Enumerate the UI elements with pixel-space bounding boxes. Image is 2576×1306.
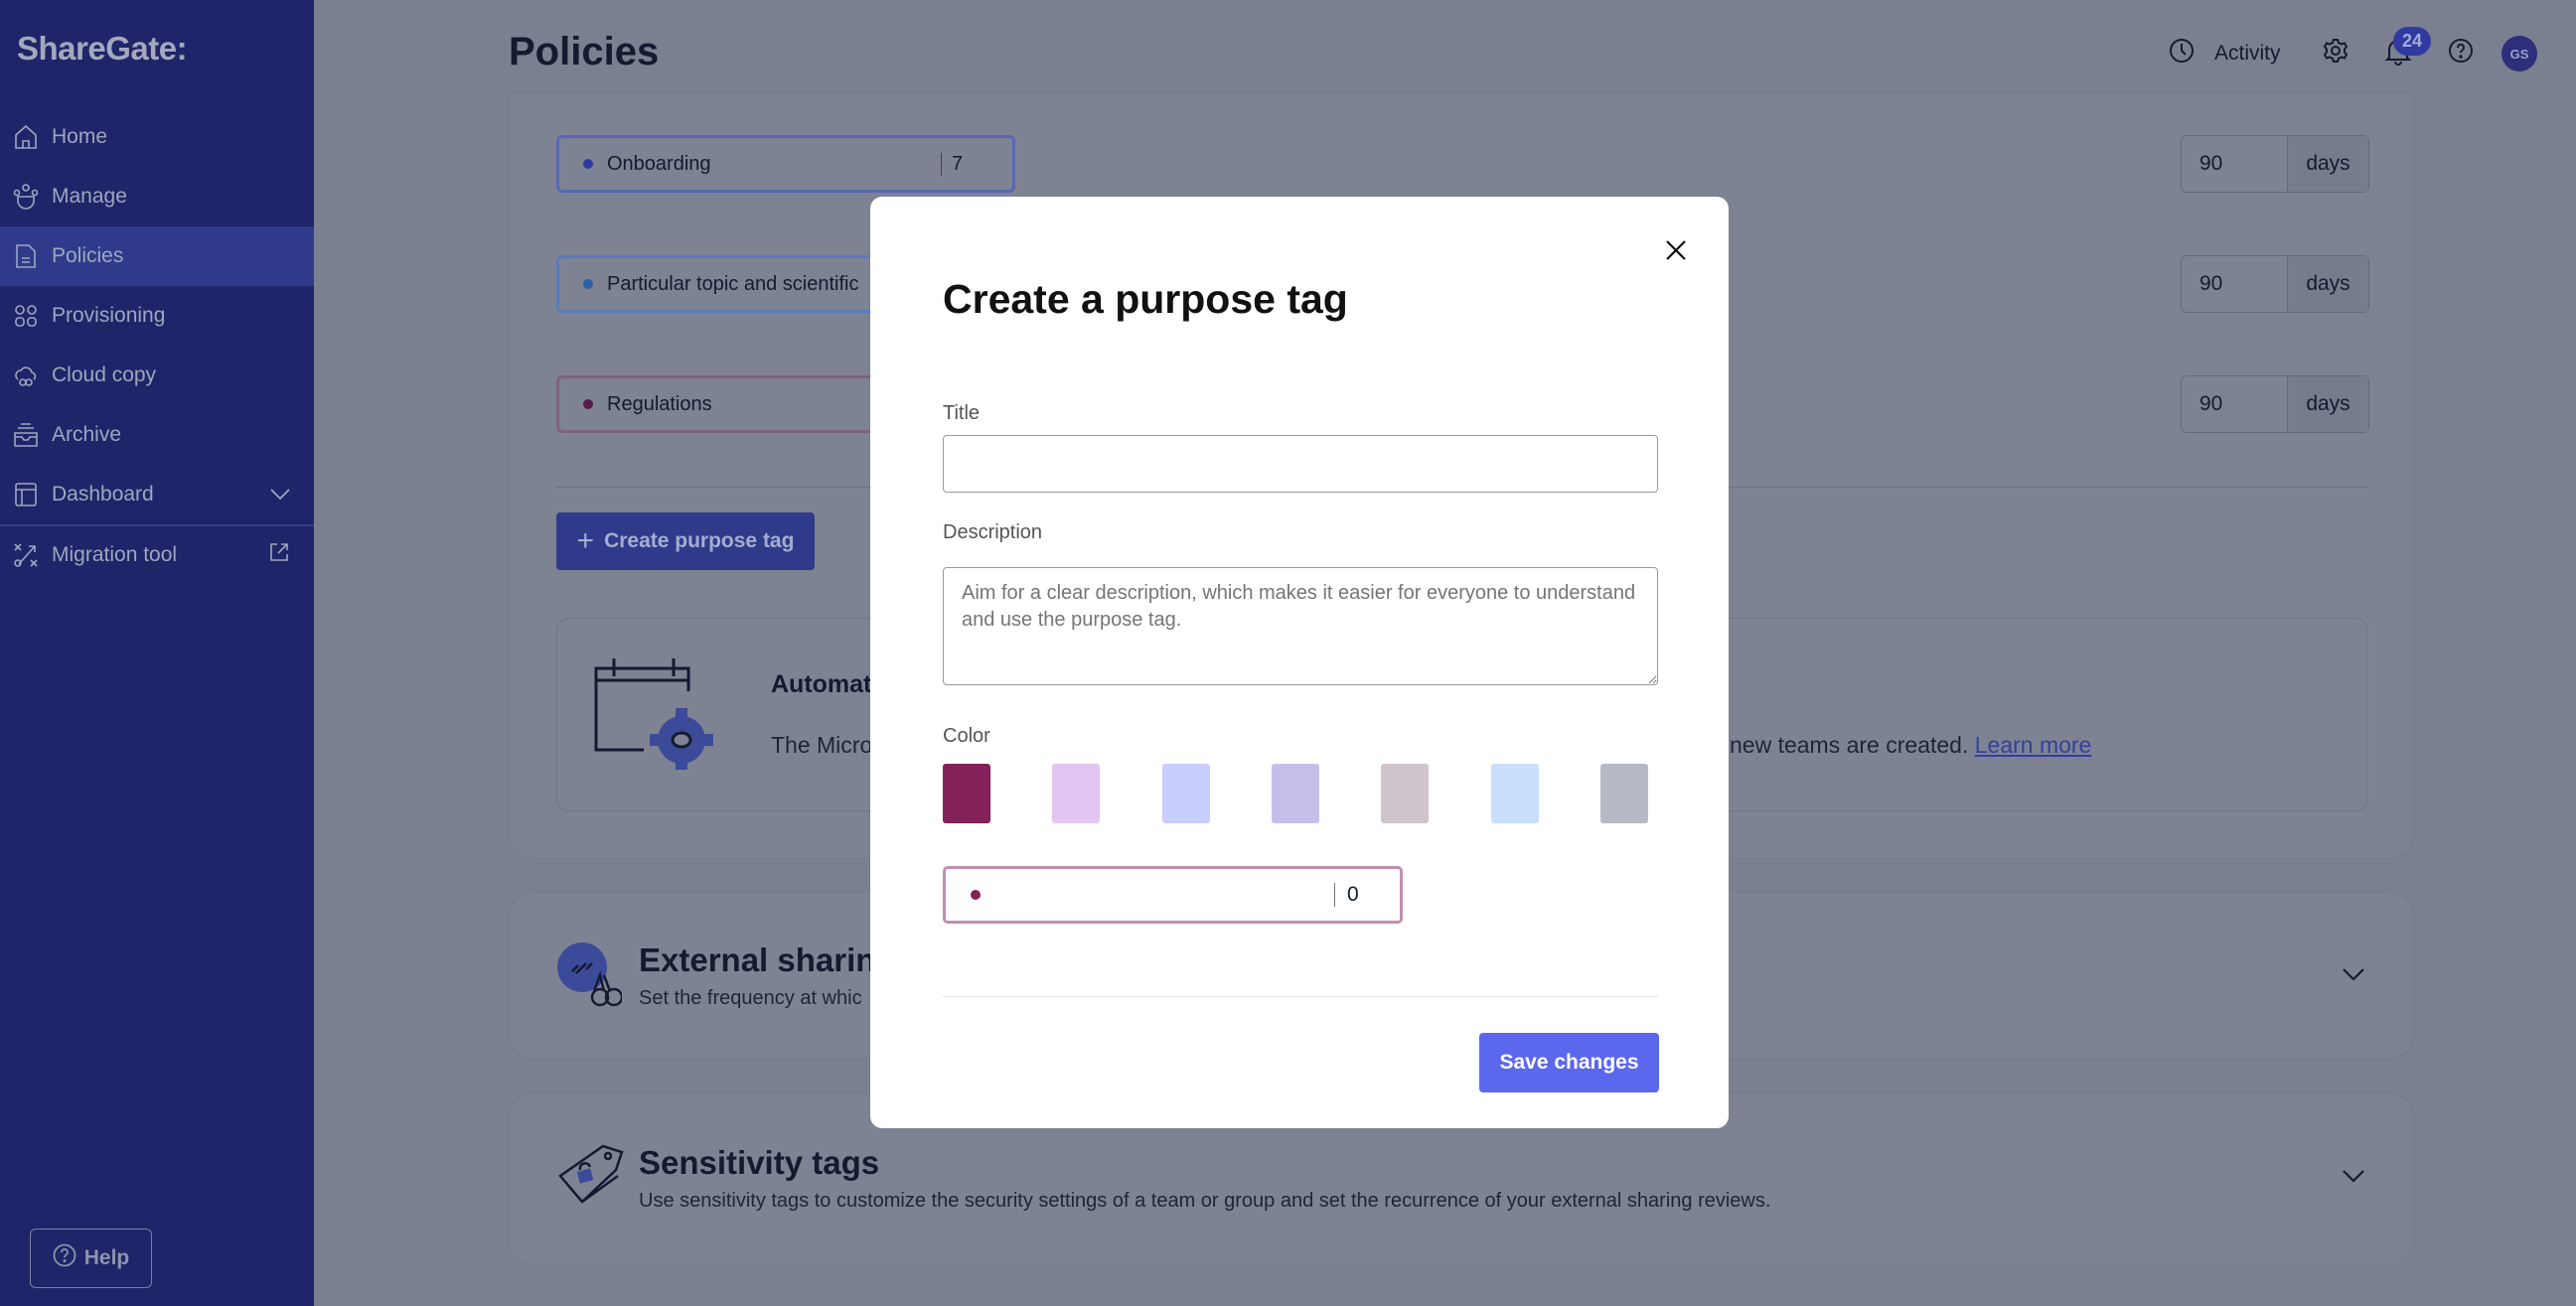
retention-days-input[interactable]: 90 days bbox=[2181, 135, 2369, 193]
sidebar-item-label: Provisioning bbox=[52, 304, 166, 327]
plus-icon: + bbox=[576, 524, 595, 557]
description-label: Description bbox=[943, 521, 1043, 543]
title-input[interactable] bbox=[943, 435, 1658, 493]
notification-count-badge: 24 bbox=[2393, 27, 2431, 56]
automation-text-start: The Micro bbox=[771, 732, 873, 758]
sidebar-item-label: Migration tool bbox=[52, 543, 178, 566]
sidebar: ShareGate: Home Manage Policies Provisio… bbox=[0, 0, 314, 1306]
gear-icon bbox=[2323, 38, 2349, 69]
retention-days-input[interactable]: 90 days bbox=[2181, 255, 2369, 313]
migration-icon bbox=[0, 542, 52, 568]
color-swatch[interactable] bbox=[1052, 764, 1101, 823]
sidebar-item-label: Policies bbox=[52, 244, 124, 267]
tag-lock-icon bbox=[558, 1144, 624, 1211]
external-sharing-title: External sharing bbox=[639, 942, 896, 978]
tag-color-dot bbox=[583, 279, 593, 289]
settings-button[interactable] bbox=[2323, 38, 2349, 69]
color-swatch[interactable] bbox=[1271, 764, 1319, 823]
tag-color-dot bbox=[583, 159, 593, 169]
help-button[interactable]: Help bbox=[30, 1229, 152, 1288]
description-textarea[interactable] bbox=[943, 567, 1658, 685]
sidebar-item-label: Manage bbox=[52, 185, 127, 208]
tag-onboarding[interactable]: Onboarding 7 bbox=[556, 135, 1015, 193]
sidebar-item-label: Dashboard bbox=[52, 483, 154, 506]
provisioning-icon bbox=[0, 304, 52, 328]
tag-color-dot bbox=[971, 890, 981, 900]
dashboard-icon bbox=[0, 482, 52, 508]
sharegate-logo: ShareGate: bbox=[17, 30, 188, 67]
chevron-down-icon[interactable] bbox=[2343, 1170, 2364, 1189]
help-icon bbox=[53, 1243, 76, 1273]
learn-more-link[interactable]: Learn more bbox=[1975, 732, 2092, 758]
sidebar-item-migration-tool[interactable]: Migration tool bbox=[0, 525, 314, 585]
color-swatch[interactable] bbox=[943, 764, 990, 823]
color-swatch[interactable] bbox=[1161, 764, 1210, 823]
sidebar-item-archive[interactable]: Archive bbox=[0, 405, 314, 465]
page-title: Policies bbox=[509, 30, 660, 73]
tag-color-dot bbox=[583, 399, 593, 409]
avatar[interactable]: GS bbox=[2501, 36, 2537, 72]
dialog-title: Create a purpose tag bbox=[943, 276, 1348, 322]
external-sharing-subtitle: Set the frequency at whic bbox=[639, 987, 862, 1009]
automation-title: Automat bbox=[771, 670, 872, 698]
chevron-down-icon[interactable] bbox=[2343, 968, 2364, 987]
sidebar-item-dashboard[interactable]: Dashboard bbox=[0, 465, 314, 524]
save-changes-button[interactable]: Save changes bbox=[1479, 1033, 1659, 1092]
document-icon bbox=[0, 243, 52, 269]
link-binoculars-icon bbox=[556, 942, 624, 1012]
tag-preview: 0 bbox=[943, 866, 1403, 924]
sidebar-item-label: Archive bbox=[52, 423, 122, 446]
sensitivity-tags-title: Sensitivity tags bbox=[639, 1144, 880, 1181]
archive-icon bbox=[0, 422, 52, 448]
cloud-icon bbox=[0, 363, 52, 388]
help-menu-button[interactable] bbox=[2448, 38, 2474, 69]
color-swatch[interactable] bbox=[1490, 764, 1539, 823]
sidebar-item-provisioning[interactable]: Provisioning bbox=[0, 286, 314, 346]
color-label: Color bbox=[943, 725, 990, 747]
create-purpose-tag-button[interactable]: + Create purpose tag bbox=[556, 512, 815, 570]
help-icon bbox=[2448, 38, 2474, 69]
retention-days-input[interactable]: 90 days bbox=[2181, 375, 2369, 433]
sensitivity-tags-subtitle: Use sensitivity tags to customize the se… bbox=[639, 1190, 1771, 1212]
color-swatch[interactable] bbox=[1599, 764, 1648, 823]
automation-text-end: new teams are created. Learn more bbox=[1730, 732, 2092, 758]
sidebar-item-cloud-copy[interactable]: Cloud copy bbox=[0, 346, 314, 405]
sidebar-item-label: Cloud copy bbox=[52, 363, 157, 386]
clock-icon bbox=[2169, 38, 2195, 69]
sidebar-item-label: Home bbox=[52, 125, 108, 148]
activity-button[interactable]: Activity bbox=[2169, 38, 2281, 69]
sidebar-item-manage[interactable]: Manage bbox=[0, 167, 314, 226]
sidebar-item-home[interactable]: Home bbox=[0, 107, 314, 167]
title-label: Title bbox=[943, 402, 981, 424]
home-icon bbox=[0, 124, 52, 150]
chevron-down-icon[interactable] bbox=[270, 483, 290, 507]
manage-icon bbox=[0, 184, 52, 210]
external-link-icon bbox=[268, 541, 290, 569]
color-swatch[interactable] bbox=[1381, 764, 1430, 823]
sidebar-item-policies[interactable]: Policies bbox=[0, 226, 314, 286]
dialog-divider bbox=[943, 996, 1658, 997]
close-icon[interactable] bbox=[1664, 238, 1688, 262]
calendar-gear-icon bbox=[594, 651, 713, 775]
